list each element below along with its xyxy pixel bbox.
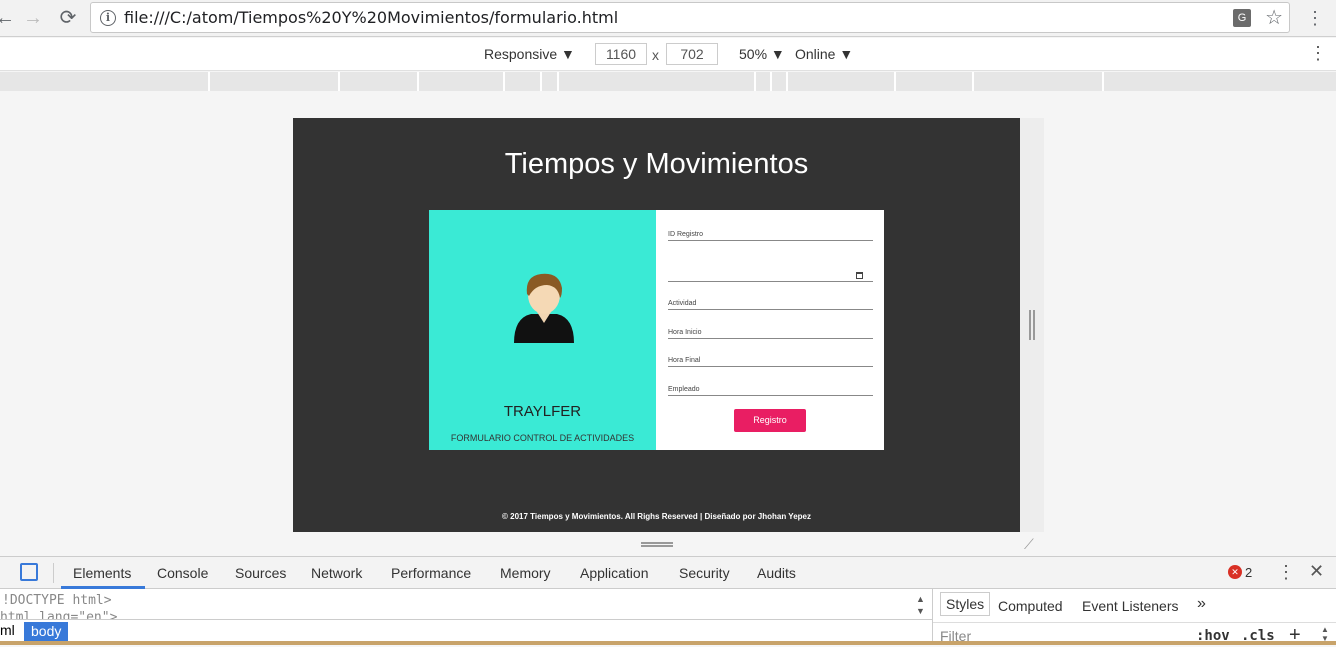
tab-performance[interactable]: Performance — [391, 565, 471, 581]
code-html-tag[interactable]: html lang="en"> — [0, 610, 117, 619]
breadcrumb-divider — [0, 619, 932, 620]
form-card: TRAYLFER FORMULARIO CONTROL DE ACTIVIDAD… — [429, 210, 884, 450]
media-query-segment[interactable] — [770, 72, 772, 91]
tab-computed[interactable]: Computed — [998, 598, 1063, 614]
empleado-field[interactable]: Empleado — [668, 382, 873, 396]
brand-name: TRAYLFER — [503, 403, 582, 420]
address-bar: ← → ⟳ i file:///C:/atom/Tiempos%20Y%20Mo… — [0, 0, 1336, 37]
viewport-resize-corner-icon[interactable]: ⟋ — [1024, 536, 1034, 553]
viewport-resize-handle-bottom[interactable] — [641, 542, 673, 547]
translate-icon[interactable]: G — [1233, 9, 1251, 27]
empleado-placeholder: Empleado — [668, 386, 700, 393]
media-query-segment[interactable] — [208, 72, 210, 91]
id-registro-field[interactable]: ID Registro — [668, 227, 873, 241]
media-query-segment[interactable] — [894, 72, 896, 91]
actividad-field[interactable]: Actividad — [668, 296, 873, 310]
media-query-segment[interactable] — [1102, 72, 1104, 91]
error-icon[interactable]: ✕ — [1228, 565, 1242, 579]
media-query-segment[interactable] — [540, 72, 542, 91]
elements-scroll-arrows-icon[interactable]: ▲ ▼ — [916, 593, 925, 617]
date-field[interactable] — [668, 268, 873, 282]
url-text[interactable]: file:///C:/atom/Tiempos%20Y%20Movimiento… — [124, 8, 618, 27]
user-avatar-icon — [514, 273, 574, 343]
back-button[interactable]: ← — [0, 5, 18, 31]
calendar-icon[interactable] — [856, 272, 863, 279]
viewport-height-input[interactable]: 702 — [666, 43, 718, 65]
media-query-segment[interactable] — [417, 72, 419, 91]
device-toolbar-menu-icon[interactable]: ⋮ — [1309, 43, 1327, 64]
page-title: Tiempos y Movimientos — [504, 148, 809, 180]
bookmark-star-icon[interactable]: ☆ — [1265, 5, 1283, 30]
tab-event-listeners[interactable]: Event Listeners — [1082, 598, 1179, 614]
dimension-separator: x — [652, 47, 659, 63]
devtools-tab-bar: Elements Console Sources Network Perform… — [0, 557, 1336, 589]
card-brand-panel: TRAYLFER FORMULARIO CONTROL DE ACTIVIDAD… — [429, 210, 656, 450]
device-toggle-icon[interactable] — [20, 563, 38, 581]
tab-styles[interactable]: Styles — [940, 592, 991, 616]
media-query-segment[interactable] — [786, 72, 788, 91]
toolbar-divider — [53, 563, 54, 583]
page-footer: © 2017 Tiempos y Movimientos. All Righs … — [502, 512, 811, 521]
hora-inicio-placeholder: Hora Inicio — [668, 329, 702, 336]
media-query-segment[interactable] — [754, 72, 756, 91]
taskbar-edge — [0, 641, 1336, 645]
media-query-segment[interactable] — [557, 72, 559, 91]
media-query-segment[interactable] — [338, 72, 340, 91]
omnibox[interactable]: i file:///C:/atom/Tiempos%20Y%20Movimien… — [90, 2, 1290, 33]
tab-audits[interactable]: Audits — [757, 565, 796, 581]
breadcrumb-body[interactable]: body — [24, 622, 69, 641]
tab-sources[interactable]: Sources — [235, 565, 286, 581]
devtools-menu-icon[interactable]: ⋮ — [1277, 562, 1295, 583]
emulated-page: Tiempos y Movimientos TRAYLFER FORMULARI… — [293, 118, 1020, 532]
hora-final-field[interactable]: Hora Final — [668, 353, 873, 367]
tab-application[interactable]: Application — [580, 565, 649, 581]
media-query-segment[interactable] — [972, 72, 974, 91]
error-count[interactable]: 2 — [1245, 565, 1252, 580]
tab-security[interactable]: Security — [679, 565, 730, 581]
reload-button[interactable]: ⟳ — [55, 5, 81, 31]
styles-side-panel: Styles Computed Event Listeners » Filter… — [932, 589, 1336, 646]
more-tabs-icon[interactable]: » — [1197, 595, 1206, 613]
tab-console[interactable]: Console — [157, 565, 208, 581]
media-query-bar — [0, 72, 1336, 91]
actividad-placeholder: Actividad — [668, 300, 697, 307]
hora-final-placeholder: Hora Final — [668, 357, 701, 364]
active-tab-indicator — [61, 586, 145, 589]
breadcrumb-html[interactable]: ml — [0, 622, 15, 638]
browser-menu-icon[interactable]: ⋮ — [1306, 6, 1324, 30]
code-doctype[interactable]: !DOCTYPE html> — [2, 593, 112, 608]
tab-elements[interactable]: Elements — [73, 565, 131, 581]
network-throttle-select[interactable]: Online ▼ — [795, 46, 853, 62]
info-icon[interactable]: i — [100, 10, 116, 26]
tab-network[interactable]: Network — [311, 565, 362, 581]
id-registro-placeholder: ID Registro — [668, 231, 704, 238]
media-query-segment[interactable] — [503, 72, 505, 91]
filter-divider — [933, 622, 1336, 623]
hora-inicio-field[interactable]: Hora Inicio — [668, 325, 873, 339]
device-mode-select[interactable]: Responsive ▼ — [484, 46, 575, 62]
forward-button[interactable]: → — [20, 5, 46, 31]
device-toolbar: Responsive ▼ 1160 x 702 50% ▼ Online ▼ ⋮ — [0, 38, 1336, 71]
registro-button[interactable]: Registro — [734, 409, 806, 432]
zoom-select[interactable]: 50% ▼ — [739, 46, 785, 62]
brand-subtitle: FORMULARIO CONTROL DE ACTIVIDADES — [450, 433, 635, 443]
devtools-close-icon[interactable]: ✕ — [1309, 561, 1324, 582]
tab-memory[interactable]: Memory — [500, 565, 551, 581]
viewport-resize-handle-right[interactable] — [1029, 310, 1035, 340]
viewport-width-input[interactable]: 1160 — [595, 43, 647, 65]
